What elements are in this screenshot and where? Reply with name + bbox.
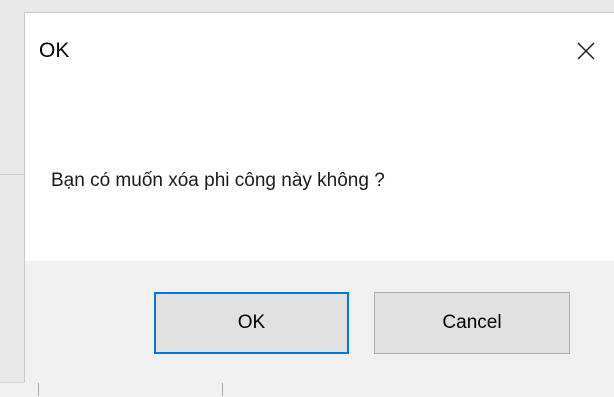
close-icon [577, 42, 595, 60]
background-grid-line [38, 383, 39, 396]
dialog-titlebar[interactable]: OK [25, 13, 614, 85]
ok-button[interactable]: OK [154, 292, 349, 354]
background-grid-line [222, 383, 223, 396]
dialog-title: OK [39, 39, 70, 62]
confirm-dialog: OK Bạn có muốn xóa phi công này không ? … [24, 12, 614, 383]
background-grid-row [0, 382, 614, 397]
dialog-footer: OK Cancel [25, 261, 614, 383]
close-button[interactable] [564, 29, 608, 73]
cancel-button[interactable]: Cancel [374, 292, 570, 354]
background-divider [0, 174, 24, 175]
dialog-message: Bạn có muốn xóa phi công này không ? [51, 170, 385, 191]
